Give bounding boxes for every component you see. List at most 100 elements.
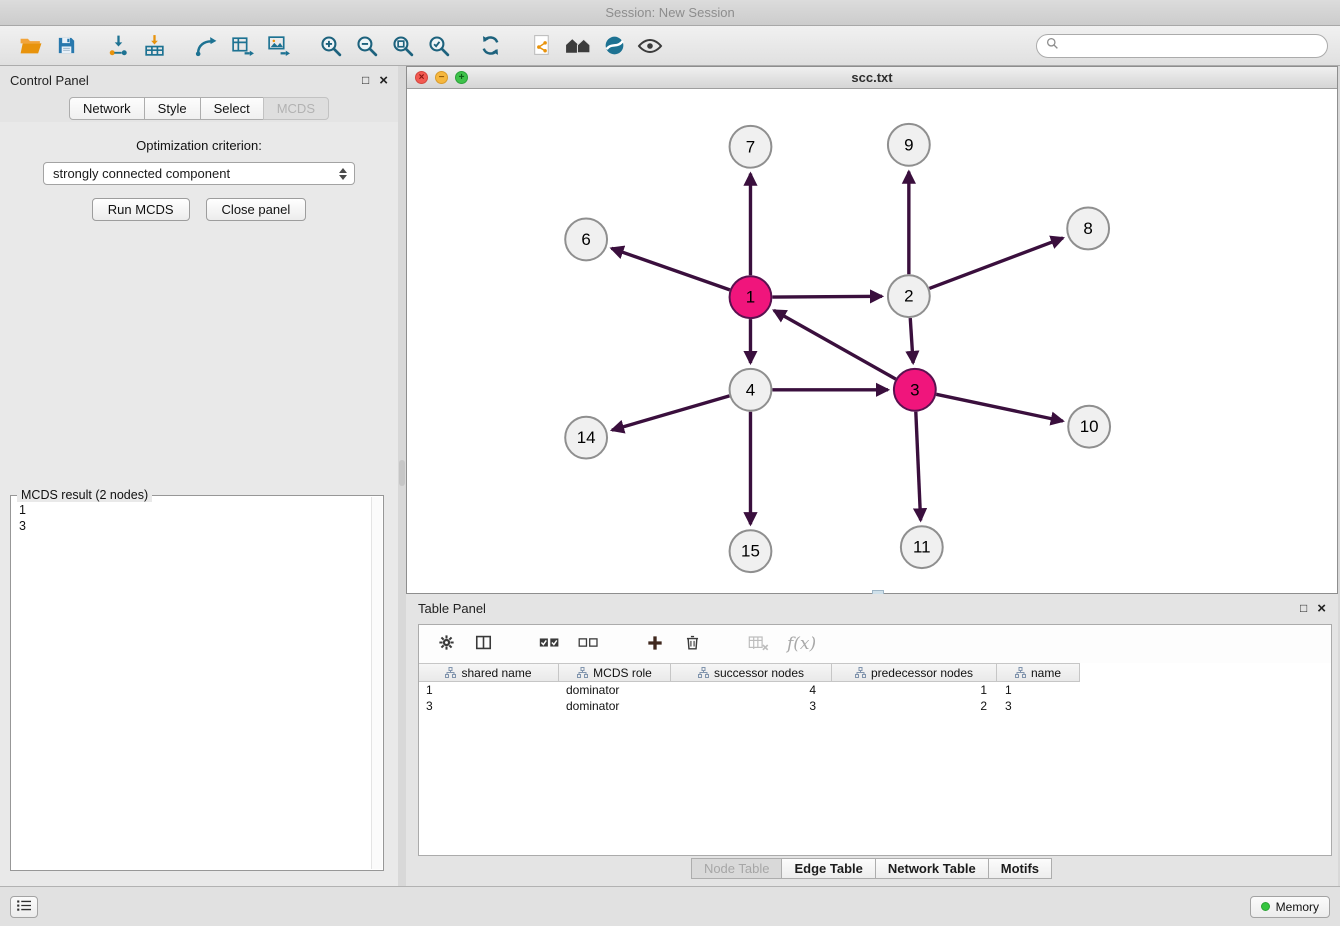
edge-3-10[interactable] xyxy=(936,394,1063,421)
delete-table-button[interactable] xyxy=(748,635,769,654)
result-scrollbar[interactable] xyxy=(371,497,382,869)
svg-text:8: 8 xyxy=(1083,219,1092,238)
network-window-titlebar[interactable]: × − + scc.txt xyxy=(407,67,1337,89)
close-table-panel-icon[interactable]: × xyxy=(1317,602,1326,615)
table-cell[interactable]: 4 xyxy=(671,682,832,698)
table-cell[interactable]: dominator xyxy=(559,682,671,698)
table-cell[interactable]: 1 xyxy=(832,682,997,698)
close-window-icon[interactable]: × xyxy=(415,71,428,84)
node-8[interactable]: 8 xyxy=(1067,208,1109,250)
close-control-panel-icon[interactable]: × xyxy=(379,74,388,87)
run-mcds-button[interactable]: Run MCDS xyxy=(92,198,190,221)
save-session-button[interactable] xyxy=(48,30,84,62)
node-15[interactable]: 15 xyxy=(730,530,772,572)
node-10[interactable]: 10 xyxy=(1068,406,1110,448)
export-network-button[interactable] xyxy=(188,30,224,62)
network-canvas[interactable]: 7 9 6 8 1 2 4 3 14 10 15 11 xyxy=(407,89,1337,593)
tab-motifs[interactable]: Motifs xyxy=(988,858,1052,879)
memory-button[interactable]: Memory xyxy=(1250,896,1330,918)
table-cell[interactable]: 2 xyxy=(832,698,997,714)
zoom-out-button[interactable] xyxy=(348,30,384,62)
edge-3-11[interactable] xyxy=(916,412,921,521)
node-3[interactable]: 3 xyxy=(894,369,936,411)
table-cell[interactable]: dominator xyxy=(559,698,671,714)
node-6[interactable]: 6 xyxy=(565,218,607,260)
tab-edge-table[interactable]: Edge Table xyxy=(781,858,875,879)
zoom-in-button[interactable] xyxy=(312,30,348,62)
column-header-name[interactable]: name xyxy=(997,663,1080,682)
mcds-result-lines[interactable]: 13 xyxy=(11,496,383,540)
table-cell[interactable]: 3 xyxy=(419,698,559,714)
column-header-shared-name[interactable]: shared name xyxy=(419,663,559,682)
share-document-button[interactable] xyxy=(524,30,560,62)
delete-table-icon xyxy=(748,635,769,654)
edge-3-1[interactable] xyxy=(774,310,896,379)
node-1[interactable]: 1 xyxy=(730,276,772,318)
show-columns-button[interactable] xyxy=(474,633,493,655)
home-button[interactable] xyxy=(560,30,596,62)
function-builder-button[interactable]: f(x) xyxy=(787,634,816,654)
network-canvas-area[interactable]: 7 9 6 8 1 2 4 3 14 10 15 11 xyxy=(407,89,1337,593)
tab-network[interactable]: Network xyxy=(69,97,145,120)
column-header-MCDS-role[interactable]: MCDS role xyxy=(559,663,671,682)
table-row[interactable]: 3dominator323 xyxy=(419,698,1331,714)
node-4[interactable]: 4 xyxy=(730,369,772,411)
tab-network-table[interactable]: Network Table xyxy=(875,858,989,879)
network-view-window: × − + scc.txt 7 9 6 8 1 2 4 3 14 10 15 11 xyxy=(406,66,1338,594)
refresh-view-button[interactable] xyxy=(472,30,508,62)
unselect-all-columns-button[interactable] xyxy=(578,635,599,653)
import-table-button[interactable] xyxy=(136,30,172,62)
export-image-button[interactable] xyxy=(260,30,296,62)
criterion-select[interactable]: strongly connected component xyxy=(43,162,355,185)
node-14[interactable]: 14 xyxy=(565,417,607,459)
zoom-fit-button[interactable] xyxy=(384,30,420,62)
import-network-button[interactable] xyxy=(100,30,136,62)
column-header-successor-nodes[interactable]: successor nodes xyxy=(671,663,832,682)
panel-split-handle[interactable] xyxy=(399,460,405,486)
edge-4-14[interactable] xyxy=(612,396,729,430)
select-all-columns-button[interactable] xyxy=(539,635,560,653)
tab-select[interactable]: Select xyxy=(200,97,264,120)
attribute-icon xyxy=(445,667,456,678)
open-session-button[interactable] xyxy=(12,30,48,62)
column-header-predecessor-nodes[interactable]: predecessor nodes xyxy=(832,663,997,682)
node-11[interactable]: 11 xyxy=(901,526,943,568)
edge-1-6[interactable] xyxy=(612,248,730,290)
tab-style[interactable]: Style xyxy=(144,97,201,120)
table-cell[interactable]: 3 xyxy=(671,698,832,714)
attribute-icon xyxy=(698,667,709,678)
show-hide-button[interactable] xyxy=(632,30,668,62)
table-cell[interactable]: 3 xyxy=(997,698,1080,714)
float-table-panel-icon[interactable]: □ xyxy=(1300,601,1307,615)
table-row[interactable]: 1dominator411 xyxy=(419,682,1331,698)
table-cell[interactable]: 1 xyxy=(419,682,559,698)
svg-text:10: 10 xyxy=(1080,417,1099,436)
node-9[interactable]: 9 xyxy=(888,124,930,166)
search-input[interactable] xyxy=(1065,39,1318,53)
export-table-button[interactable] xyxy=(224,30,260,62)
edge-1-2[interactable] xyxy=(772,296,882,297)
search-box[interactable] xyxy=(1036,34,1328,58)
table-settings-button[interactable] xyxy=(437,633,456,655)
close-panel-button[interactable]: Close panel xyxy=(206,198,307,221)
tab-mcds[interactable]: MCDS xyxy=(263,97,329,120)
application-window: Session: New Session Control Panel xyxy=(0,0,1340,926)
delete-column-button[interactable] xyxy=(683,633,702,655)
optimization-criterion-label: Optimization criterion: xyxy=(0,138,398,153)
edge-2-3[interactable] xyxy=(910,318,913,363)
tab-node-table[interactable]: Node Table xyxy=(691,858,783,879)
minimize-window-icon[interactable]: − xyxy=(435,71,448,84)
mcds-panel-content: Optimization criterion: strongly connect… xyxy=(0,122,398,886)
window-titlebar[interactable]: Session: New Session xyxy=(0,0,1340,26)
float-panel-icon[interactable]: □ xyxy=(362,73,369,87)
node-7[interactable]: 7 xyxy=(730,126,772,168)
edge-2-8[interactable] xyxy=(929,238,1063,288)
table-cell[interactable]: 1 xyxy=(997,682,1080,698)
maximize-window-icon[interactable]: + xyxy=(455,71,468,84)
zoom-selected-button[interactable] xyxy=(420,30,456,62)
task-history-button[interactable] xyxy=(10,896,38,918)
node-2[interactable]: 2 xyxy=(888,275,930,317)
add-column-button[interactable] xyxy=(645,633,665,656)
style-button[interactable] xyxy=(596,30,632,62)
table-body[interactable]: 1dominator4113dominator323 xyxy=(419,682,1331,855)
